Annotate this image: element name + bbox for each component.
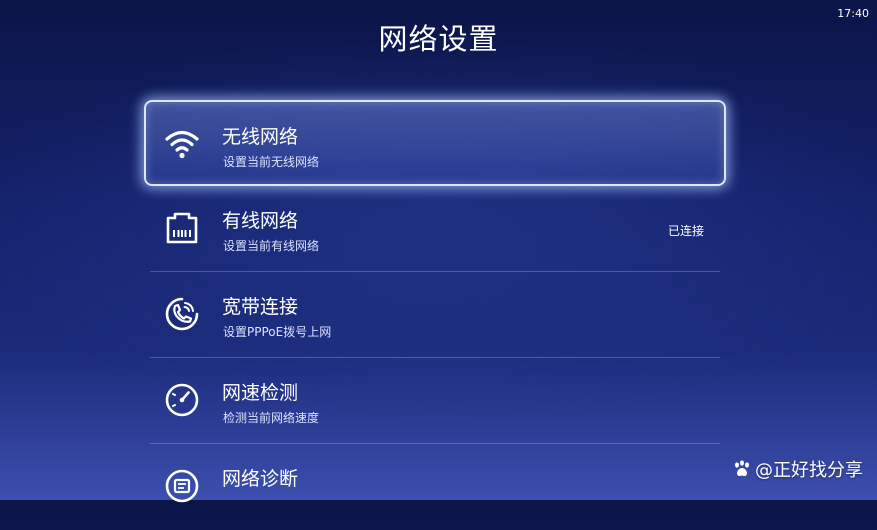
menu-item-subtitle: 检测当前网络速度 <box>223 411 320 425</box>
selection-highlight[interactable]: 无线网络 设置当前无线网络 <box>144 100 726 186</box>
menu-list: 无线网络 设置当前无线网络 有线网络 设置当前有线网络 已连接 宽带连接 设置P… <box>144 100 726 530</box>
phone-dial-icon <box>165 297 199 331</box>
menu-item-broadband[interactable]: 宽带连接 设置PPPoE拨号上网 <box>150 272 720 358</box>
menu-item-speed-test[interactable]: 网速检测 检测当前网络速度 <box>150 358 720 444</box>
menu-item-diagnosis[interactable]: 网络诊断 <box>150 444 720 530</box>
menu-item-title: 无线网络 <box>222 126 299 148</box>
menu-item-title: 网速检测 <box>222 382 299 404</box>
menu-item-title: 宽带连接 <box>222 296 299 318</box>
menu-item-subtitle: 设置当前无线网络 <box>223 155 320 169</box>
menu-item-subtitle: 设置当前有线网络 <box>223 239 320 253</box>
speedometer-icon <box>165 383 199 417</box>
paw-icon <box>735 460 749 477</box>
connection-status-badge: 已连接 <box>667 224 704 238</box>
wifi-icon <box>165 130 199 159</box>
ethernet-port-icon <box>166 212 198 244</box>
diagnosis-icon <box>165 469 199 503</box>
menu-item-title: 网络诊断 <box>222 468 299 490</box>
watermark-text: @正好找分享 <box>755 460 863 481</box>
menu-item-title: 有线网络 <box>222 210 299 232</box>
menu-item-wired[interactable]: 有线网络 设置当前有线网络 已连接 <box>150 186 720 272</box>
page-title: 网络设置 <box>378 22 499 56</box>
menu-item-wireless[interactable]: 无线网络 设置当前无线网络 <box>144 100 726 186</box>
menu-item-subtitle: 设置PPPoE拨号上网 <box>223 325 332 339</box>
watermark: @正好找分享 <box>732 456 863 482</box>
